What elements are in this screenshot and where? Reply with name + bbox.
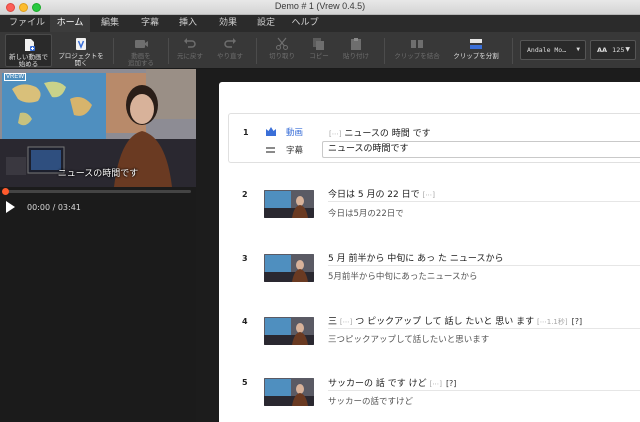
clip-3[interactable]: 3 5 月 前半から 中旬に あっ た ニュースから 5月前半から中旬にあったニ… [228,248,640,292]
toolbar: 新しい動画で 始める プロジェクトを 開く 動画を 追加する 元に戻す やり直す… [0,32,640,69]
words-underline [328,265,640,266]
paste-label: 貼り付け [343,52,369,60]
add-video-label: 動画を 追加する [128,52,154,67]
play-icon[interactable] [6,201,15,213]
clip-thumbnail[interactable] [264,190,314,218]
subtitle-input[interactable]: ニュースの時間です [322,141,640,158]
open-project-icon [76,38,86,50]
toolbar-divider [256,38,257,64]
toolbar-divider [512,38,513,64]
clip-number: 2 [242,190,248,199]
font-size-value: 125 [612,46,625,54]
merge-icon [411,40,423,48]
font-size-icon: AA [597,46,608,54]
split-clip-button[interactable]: クリップを分割 [448,34,504,67]
words-underline [328,390,640,391]
tab-effects[interactable]: 効果 [210,15,246,32]
clip-thumbnail-image [264,190,314,218]
words-underline [328,201,640,202]
add-video-button[interactable]: 動画を 追加する [120,34,162,67]
video-row-label: 動画 [286,128,304,138]
title-bar: Demo # 1 (Vrew 0.4.5) [0,0,640,15]
new-video-icon [24,39,35,51]
clip-1[interactable]: 1 動画 [⋯] ニュースの 時間 です 字幕 ニュースの時間です [228,113,640,163]
redo-label: やり直す [217,52,243,60]
subtitle-lines-icon [266,147,275,153]
clip-thumbnail[interactable] [264,254,314,282]
clip-words[interactable]: [⋯] ニュースの 時間 です [329,126,431,139]
crown-video-icon [266,127,276,136]
clip-thumbnail-image [264,254,314,282]
scissors-icon [276,37,288,50]
clip-thumbnail[interactable] [264,317,314,345]
clip-subtitle[interactable]: 5月前半から中旬にあったニュースから [328,270,478,282]
clip-number: 1 [243,128,249,137]
vrew-window: Demo # 1 (Vrew 0.4.5) ファイル ホーム 編集 字幕 挿入 … [0,0,640,422]
merge-clips-label: クリップを結合 [394,52,440,60]
clip-number: 5 [242,378,248,387]
chevron-down-icon: ▼ [576,46,580,53]
tab-edit[interactable]: 編集 [92,15,128,32]
menu-bar: ファイル ホーム 編集 字幕 挿入 効果 設定 ヘルプ [0,15,640,32]
paste-button[interactable]: 貼り付け [338,34,374,67]
clip-subtitle[interactable]: 今日は5月の22日で [328,207,404,219]
clip-number: 3 [242,254,248,263]
tab-subtitle[interactable]: 字幕 [132,15,168,32]
clip-words[interactable]: 三 [⋯] つ ピックアップ して 話し たいと 思い ます [⋯1.1秒] [?… [328,314,582,327]
clip-4[interactable]: 4 三 [⋯] つ ピックアップ して 話し たいと 思い ます [⋯1.1秒]… [228,312,640,356]
clip-5[interactable]: 5 サッカーの 話 です けど [⋯] [?] サッカーの話ですけど [228,376,640,420]
clip-thumbnail-image [264,317,314,345]
copy-button[interactable]: コピー [302,34,336,67]
font-family-value: Andale Mo… [527,46,567,54]
subtitle-row-label: 字幕 [286,146,304,156]
clip-words[interactable]: サッカーの 話 です けど [⋯] [?] [328,376,456,389]
seek-bar[interactable] [2,188,191,195]
toolbar-divider [168,38,169,64]
new-video-label: 新しい動画で 始める [9,53,48,68]
clip-words[interactable]: 今日は 5 月の 22 日で [⋯] [328,187,435,200]
tab-file[interactable]: ファイル [4,15,50,32]
clip-subtitle[interactable]: 三つピックアップして話したいと思います [328,333,489,345]
font-family-select[interactable]: Andale Mo… ▼ [520,40,586,60]
timecode: 00:00 / 03:41 [27,203,81,212]
chevron-down-icon: ▼ [625,46,630,53]
clip-thumbnail[interactable] [264,378,314,406]
new-video-button[interactable]: 新しい動画で 始める [5,34,52,68]
open-project-button[interactable]: プロジェクトを 開く [56,34,106,67]
tab-home[interactable]: ホーム [50,15,90,32]
redo-button[interactable]: やり直す [212,34,248,67]
window-title: Demo # 1 (Vrew 0.4.5) [274,1,366,11]
open-project-label: プロジェクトを 開く [58,52,104,67]
copy-icon [313,38,324,50]
tab-settings[interactable]: 設定 [248,15,284,32]
clip-2[interactable]: 2 今日は 5 月の 22 日で [⋯] 今日は5月の22日で [228,184,640,228]
font-size-select[interactable]: AA 125 ▼ [590,40,636,60]
split-clip-label: クリップを分割 [453,52,499,60]
player-pane: VREW ニュースの時間です 00:00 / 03:41 [0,69,196,422]
paste-icon [351,38,361,50]
undo-label: 元に戻す [177,52,203,60]
copy-label: コピー [309,52,329,60]
seek-handle[interactable] [2,188,9,195]
split-icon [470,39,482,49]
video-caption: ニュースの時間です [57,169,139,179]
redo-icon [224,38,236,48]
vrew-watermark: VREW [4,73,26,81]
add-video-icon [135,40,148,48]
tab-help[interactable]: ヘルプ [284,15,326,32]
clip-subtitle[interactable]: サッカーの話ですけど [328,395,413,407]
undo-icon [184,38,196,48]
toolbar-divider [113,38,114,64]
cut-label: 切り取り [269,52,295,60]
undo-button[interactable]: 元に戻す [172,34,208,67]
merge-clips-button[interactable]: クリップを結合 [390,34,444,67]
clip-thumbnail-image [264,378,314,406]
toolbar-divider [384,38,385,64]
tab-insert[interactable]: 挿入 [170,15,206,32]
clip-words[interactable]: 5 月 前半から 中旬に あっ た ニュースから [328,251,503,264]
words-underline [328,328,640,329]
video-preview[interactable]: VREW ニュースの時間です [0,69,196,187]
clip-number: 4 [242,317,248,326]
cut-button[interactable]: 切り取り [264,34,300,67]
